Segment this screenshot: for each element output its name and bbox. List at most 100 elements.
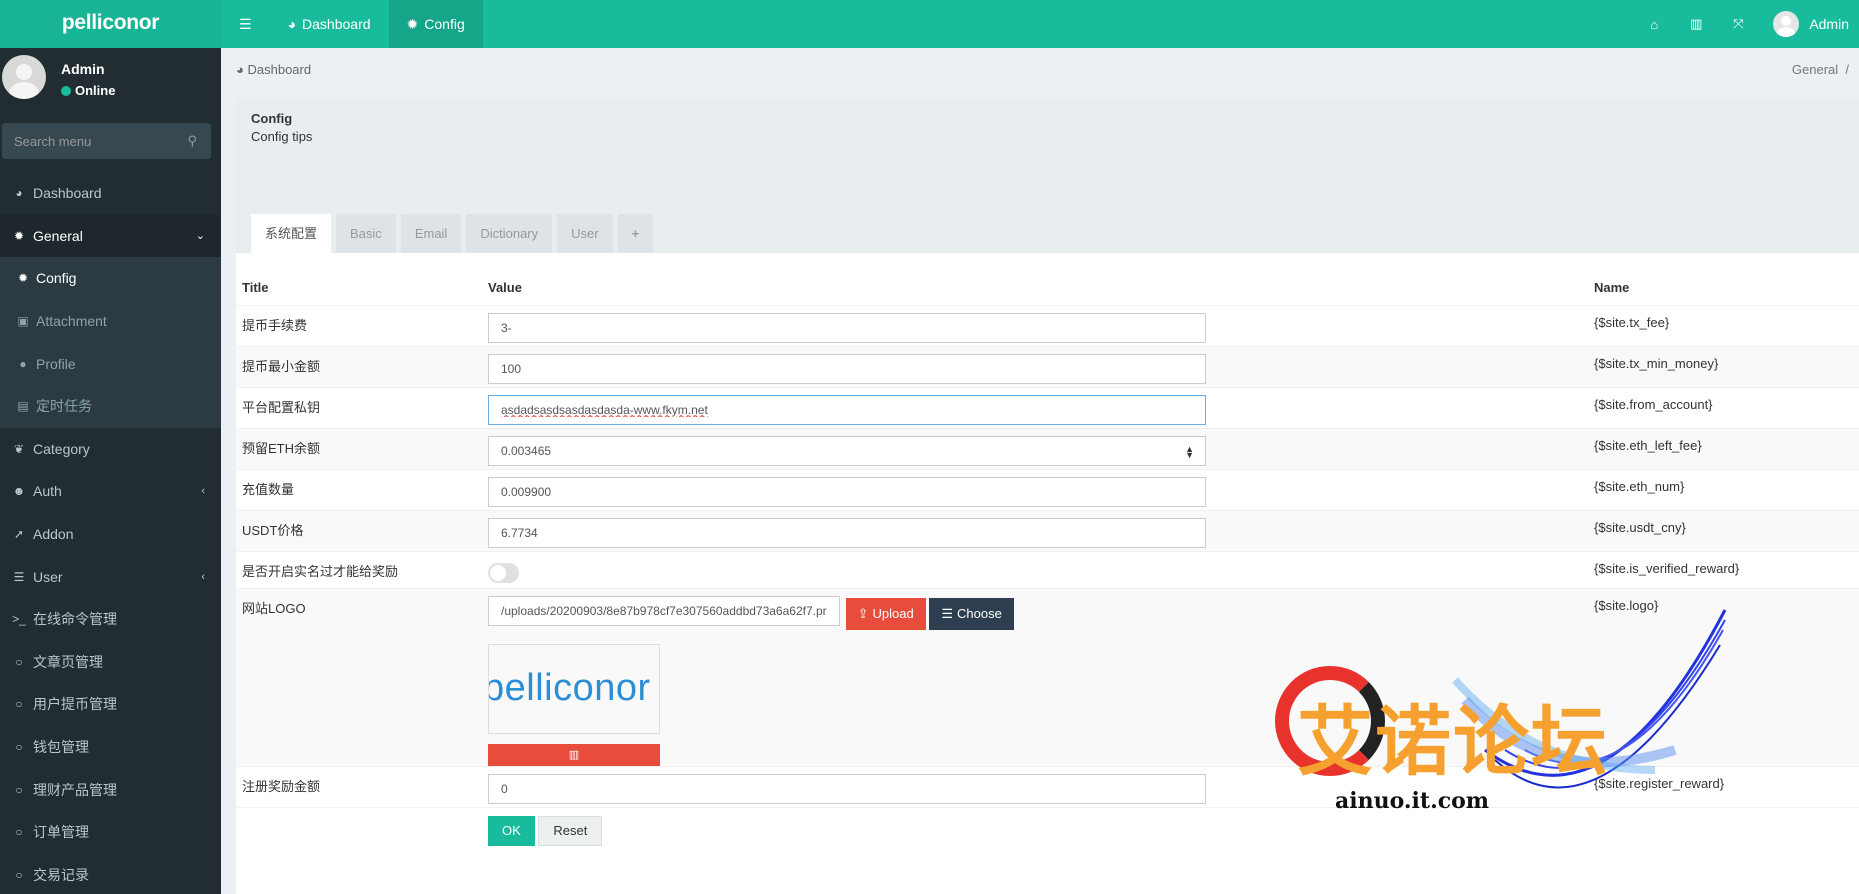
sidebar-item-auth[interactable]: ☻ Auth ‹ [0,470,221,513]
row-name: {$site.logo} [1588,587,1859,766]
sidebar-menu: ◕ Dashboard ✹ General ⌄ ✹ Config ▣ Attachment… [0,172,221,894]
chevron-down-icon: ⌄ [195,230,205,243]
chevron-left-icon: ‹ [201,570,205,583]
list-icon: ☰ [941,605,954,621]
choose-button[interactable]: ☰ Choose [929,597,1014,630]
breadcrumb[interactable]: ◕ Dashboard [236,62,311,77]
gear-icon: ✹ [406,16,419,32]
tab-system[interactable]: 系统配置 [251,214,332,253]
logo-preview-text: pelliconor [488,667,651,709]
sidebar: Admin Online ⚲ ◕Dashboard ✹General⌄ ✹Con… [0,48,221,894]
sidebar-item-trades[interactable]: ○ 交易记录 [0,854,221,894]
dashboard-icon: ◕ [236,62,244,77]
tab-basic[interactable]: Basic [336,214,396,253]
config-table: Title Value Name 提币手续费 {$site.tx_fee} 提币… [236,253,1859,855]
top-tabs: ☰ ◕ Dashboard ✹ Config [221,0,483,48]
table-row: OK Reset [236,806,1859,855]
eth-left-fee-input[interactable] [488,435,1206,466]
sidebar-item-finance[interactable]: ○ 理财产品管理 [0,768,221,811]
tx-fee-input[interactable] [488,312,1206,343]
logo-preview[interactable]: pelliconor [488,643,660,734]
top-right-tools: ⌂ ▥ ⤧ Admin [1633,0,1859,48]
sidebar-item-command[interactable]: >_ 在线命令管理 [0,598,221,641]
row-title: 平台配置私钥 [236,386,482,428]
home-icon[interactable]: ⌂ [1633,17,1675,32]
sidebar-item-general[interactable]: ✹ General ⌄ [0,214,221,258]
avatar [2,55,46,99]
online-status: Online [61,83,115,98]
register-reward-input[interactable] [488,773,1206,804]
verified-reward-toggle[interactable] [488,562,519,583]
row-name: {$site.eth_num} [1588,468,1859,510]
toggle-sidebar-button[interactable]: ☰ [221,0,270,48]
table-row: 提币最小金额 {$site.tx_min_money} [236,345,1859,387]
spinner-icon[interactable]: ▲ ▼ [1185,444,1194,459]
row-title: 预留ETH余额 [236,427,482,469]
sidebar-item-user[interactable]: ☰ User ‹ [0,555,221,598]
column-header-value: Value [482,253,1588,306]
trash-icon: ▥ [568,748,580,761]
panel-tips: Config tips [251,129,313,144]
fullscreen-icon[interactable]: ⤧ [1717,16,1759,32]
breadcrumb-right[interactable]: General / [1792,62,1849,77]
delete-logo-button[interactable]: ▥ [488,743,660,766]
tab-dashboard[interactable]: ◕ Dashboard [270,0,389,48]
row-name: {$site.eth_left_fee} [1588,427,1859,469]
logo-path-input[interactable] [488,595,840,626]
sidebar-item-wallet[interactable]: ○ 钱包管理 [0,726,221,769]
top-navbar: pelliconor ☰ ◕ Dashboard ✹ Config ⌂ ▥ ⤧ Ad… [0,0,1859,48]
eth-num-input[interactable] [488,476,1206,507]
row-name: {$site.tx_fee} [1588,304,1859,346]
tab-user[interactable]: User [557,214,613,253]
table-row: 充值数量 {$site.eth_num} [236,468,1859,510]
sidebar-item-withdraw[interactable]: ○ 用户提币管理 [0,683,221,726]
menu-icon: ☰ [239,16,252,32]
cogs-icon: ✹ [13,228,25,243]
sidebar-item-orders[interactable]: ○ 订单管理 [0,811,221,854]
leaf-icon: ❦ [13,441,25,456]
row-title: 充值数量 [236,468,482,510]
row-name: {$site.usdt_cny} [1588,509,1859,551]
trash-icon[interactable]: ▥ [1675,16,1717,32]
add-tab-button[interactable]: + [617,214,654,253]
tab-dictionary[interactable]: Dictionary [466,214,553,253]
sidebar-item-category[interactable]: ❦ Category [0,428,221,471]
rocket-icon: ➚ [13,527,25,542]
sidebar-item-config[interactable]: ✹ Config [0,257,221,300]
row-title: 提币最小金额 [236,345,482,387]
private-key-input[interactable] [488,394,1206,425]
tab-email[interactable]: Email [400,214,462,253]
circle-icon: ○ [15,782,23,797]
row-title: USDT价格 [236,509,482,551]
row-title: 网站LOGO [236,587,482,766]
table-row: 网站LOGO ⇪Upload ☰Choose pelliconor ▥ {$si… [236,587,1859,766]
sidebar-item-profile[interactable]: ● Profile [0,342,221,385]
row-name: {$site.is_verified_reward} [1588,550,1859,588]
row-name: {$site.register_reward} [1588,765,1859,807]
user-panel: Admin Online [0,48,221,116]
dashboard-icon: ◕ [287,16,297,32]
users-icon: ☻ [12,484,26,499]
search-input[interactable] [2,123,211,159]
tx-min-money-input[interactable] [488,353,1206,384]
tab-config[interactable]: ✹ Config [388,0,483,48]
sidebar-item-attachment[interactable]: ▣ Attachment [0,299,221,343]
sidebar-item-addon[interactable]: ➚ Addon [0,513,221,556]
sidebar-item-cron[interactable]: ▤ 定时任务 [0,384,221,428]
chevron-left-icon: ‹ [201,485,205,498]
tasks-icon: ▤ [17,399,29,414]
circle-icon: ○ [15,867,23,882]
upload-button[interactable]: ⇪ Upload [845,597,926,630]
user-menu[interactable]: Admin [1759,11,1859,37]
row-name: {$site.from_account} [1588,386,1859,428]
ok-button[interactable]: OK [488,815,535,846]
search-icon[interactable]: ⚲ [187,133,197,149]
panel-title: Config [251,111,293,126]
sidebar-item-articles[interactable]: ○ 文章页管理 [0,641,221,684]
usdt-price-input[interactable] [488,517,1206,548]
app-logo[interactable]: pelliconor [0,0,221,48]
upload-icon: ⇪ [857,605,869,621]
table-row: 是否开启实名过才能给奖励 {$site.is_verified_reward} [236,550,1859,588]
sidebar-item-dashboard[interactable]: ◕ Dashboard [0,172,221,215]
reset-button[interactable]: Reset [538,815,603,846]
